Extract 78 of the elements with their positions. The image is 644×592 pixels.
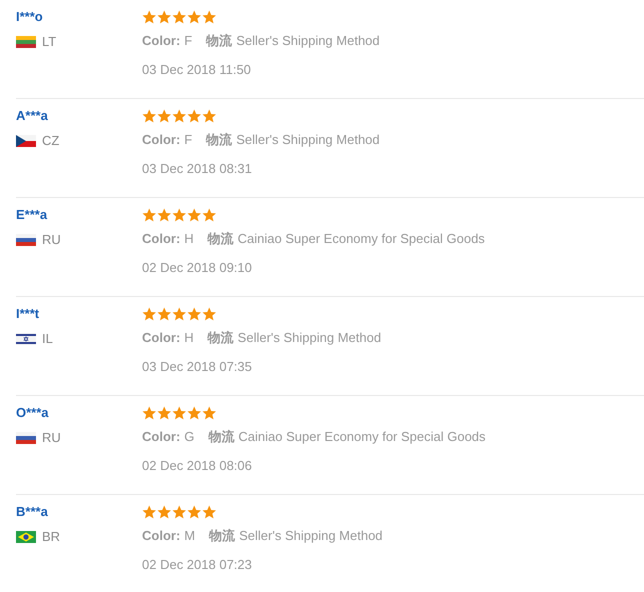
flag-icon (16, 432, 36, 444)
shipping-label: 物流 (209, 527, 236, 545)
review-date: 02 Dec 2018 09:10 (142, 260, 253, 275)
country-code: IL (42, 331, 53, 346)
star-icon (187, 406, 202, 420)
reviewer-name: A***a (16, 108, 49, 124)
shipping-method: Seller's Shipping Method (236, 131, 380, 149)
review-date: 02 Dec 2018 07:23 (142, 557, 253, 572)
shipping-method: Cainiao Super Economy for Special Goods (238, 428, 486, 446)
star-icon (202, 208, 216, 222)
color-label: Color: (142, 329, 180, 347)
shipping-label: 物流 (208, 428, 234, 446)
color-label: Color: (142, 131, 180, 149)
reviewer-name: I***o (16, 9, 44, 25)
shipping-label: 物流 (206, 32, 232, 50)
shipping-label: 物流 (208, 230, 234, 248)
star-icon (157, 208, 172, 222)
review-date: 02 Dec 2018 08:06 (142, 458, 253, 473)
flag-icon (16, 332, 36, 344)
star-icon (172, 109, 186, 123)
shipping-label: 物流 (208, 329, 234, 347)
color-value: H (184, 230, 194, 248)
reviewer-name: B***a (16, 504, 49, 520)
star-icon (142, 307, 156, 321)
star-icon (187, 208, 202, 222)
review-date: 03 Dec 2018 08:31 (142, 161, 253, 176)
flag-icon (16, 234, 36, 246)
color-value: F (184, 131, 192, 149)
star-icon (202, 10, 216, 24)
star-icon (142, 505, 156, 519)
color-value: G (184, 428, 194, 446)
reviewer-name: I***t (16, 306, 40, 322)
country-code: BR (42, 529, 60, 544)
star-icon (172, 307, 186, 321)
star-icon (157, 406, 172, 420)
color-label: Color: (142, 428, 180, 446)
star-icon (157, 109, 172, 123)
star-icon (172, 208, 186, 222)
review-date: 03 Dec 2018 07:35 (142, 359, 253, 374)
star-icon (202, 406, 216, 420)
star-icon (187, 307, 202, 321)
color-value: H (184, 329, 194, 347)
star-icon (187, 109, 202, 123)
color-label: Color: (142, 527, 180, 545)
country-code: RU (42, 430, 61, 445)
color-value: F (184, 32, 192, 50)
star-icon (157, 307, 172, 321)
star-icon (202, 307, 216, 321)
star-icon (187, 505, 202, 519)
star-icon (142, 10, 156, 24)
star-icon (172, 406, 186, 420)
color-label: Color: (142, 230, 180, 248)
flag-icon (16, 36, 36, 48)
reviewer-name: O***a (16, 405, 50, 421)
star-icon (172, 505, 186, 519)
star-icon (142, 406, 156, 420)
shipping-method: Seller's Shipping Method (236, 32, 380, 50)
shipping-method: Seller's Shipping Method (239, 527, 383, 545)
country-code: CZ (42, 133, 60, 148)
country-code: RU (42, 232, 61, 247)
flag-icon (16, 530, 36, 542)
star-icon (157, 505, 172, 519)
star-icon (142, 109, 156, 123)
reviewer-name: E***a (16, 207, 48, 223)
color-label: Color: (142, 32, 180, 50)
shipping-label: 物流 (206, 131, 232, 149)
star-icon (172, 10, 186, 24)
star-icon (202, 109, 216, 123)
flag-icon (16, 134, 36, 146)
star-icon (142, 208, 156, 222)
star-icon (187, 10, 202, 24)
shipping-method: Seller's Shipping Method (238, 329, 382, 347)
color-value: M (184, 527, 196, 545)
shipping-method: Cainiao Super Economy for Special Goods (238, 230, 485, 248)
review-date: 03 Dec 2018 11:50 (142, 62, 252, 77)
star-icon (202, 505, 216, 519)
country-code: LT (42, 34, 56, 49)
star-icon (157, 10, 172, 24)
